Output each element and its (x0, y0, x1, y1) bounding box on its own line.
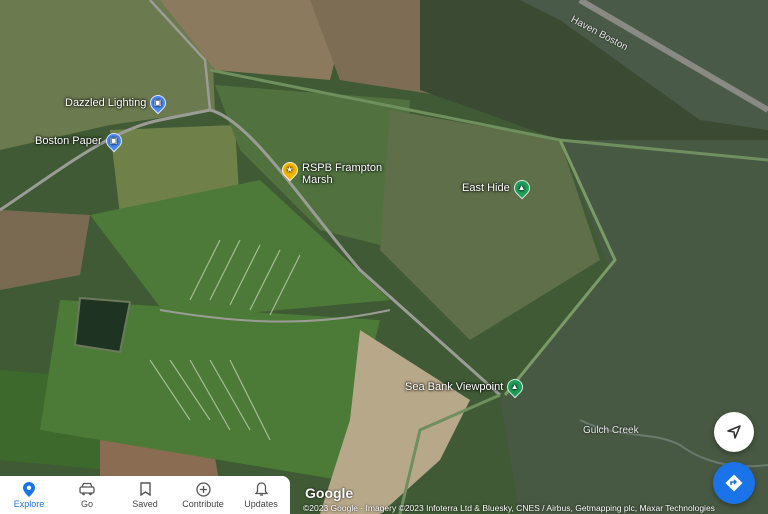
nav-go[interactable]: Go (58, 476, 116, 514)
directions-button[interactable] (713, 462, 755, 504)
map-attribution[interactable]: ©2023 Google · Imagery ©2023 Infoterra L… (303, 503, 715, 513)
place-dazzled-lighting[interactable]: Dazzled Lighting ▣ (65, 91, 170, 115)
place-label: Sea Bank Viewpoint (405, 381, 504, 393)
directions-icon (725, 474, 743, 492)
place-label-line1: RSPB Frampton (302, 162, 383, 174)
nav-updates[interactable]: Updates (232, 476, 290, 514)
nav-contribute[interactable]: Contribute (174, 476, 232, 514)
place-label: RSPB Frampton Marsh (302, 162, 382, 186)
bell-icon (254, 481, 268, 497)
my-location-button[interactable] (714, 412, 754, 452)
nav-label: Saved (132, 499, 158, 509)
nav-label: Go (80, 499, 93, 509)
nav-explore[interactable]: Explore (0, 476, 58, 514)
place-label: Dazzled Lighting (65, 97, 147, 109)
shopping-bag-icon: ▣ (147, 91, 170, 115)
place-rspb-frampton-marsh[interactable]: ★ RSPB Frampton Marsh (278, 158, 382, 186)
water-label: Gulch Creek (583, 425, 639, 436)
satellite-map[interactable] (0, 0, 768, 514)
plus-circle-icon (195, 481, 211, 497)
place-boston-paper[interactable]: Boston Paper ▣ (35, 129, 125, 153)
google-logo: Google (305, 485, 354, 501)
place-label: Boston Paper (35, 135, 102, 147)
bottom-navigation: Explore Go Saved Contribute Updates (0, 476, 290, 514)
place-sea-bank-viewpoint[interactable]: Sea Bank Viewpoint ▲ (405, 375, 527, 399)
shopping-bag-icon: ▣ (102, 129, 125, 153)
navigation-arrow-icon (727, 425, 741, 439)
park-pin-icon: ★ (278, 158, 302, 182)
location-pin-icon (23, 481, 35, 497)
tree-pin-icon: ▲ (503, 375, 527, 399)
bookmark-icon (139, 481, 151, 497)
place-east-hide[interactable]: East Hide ▲ (462, 176, 534, 200)
car-icon (79, 481, 95, 497)
nav-saved[interactable]: Saved (116, 476, 174, 514)
place-label: East Hide (462, 182, 510, 194)
tree-pin-icon: ▲ (510, 176, 534, 200)
nav-label: Contribute (182, 499, 224, 509)
nav-label: Explore (13, 499, 45, 509)
place-label-line2: Marsh (302, 174, 333, 186)
nav-label: Updates (244, 499, 278, 509)
